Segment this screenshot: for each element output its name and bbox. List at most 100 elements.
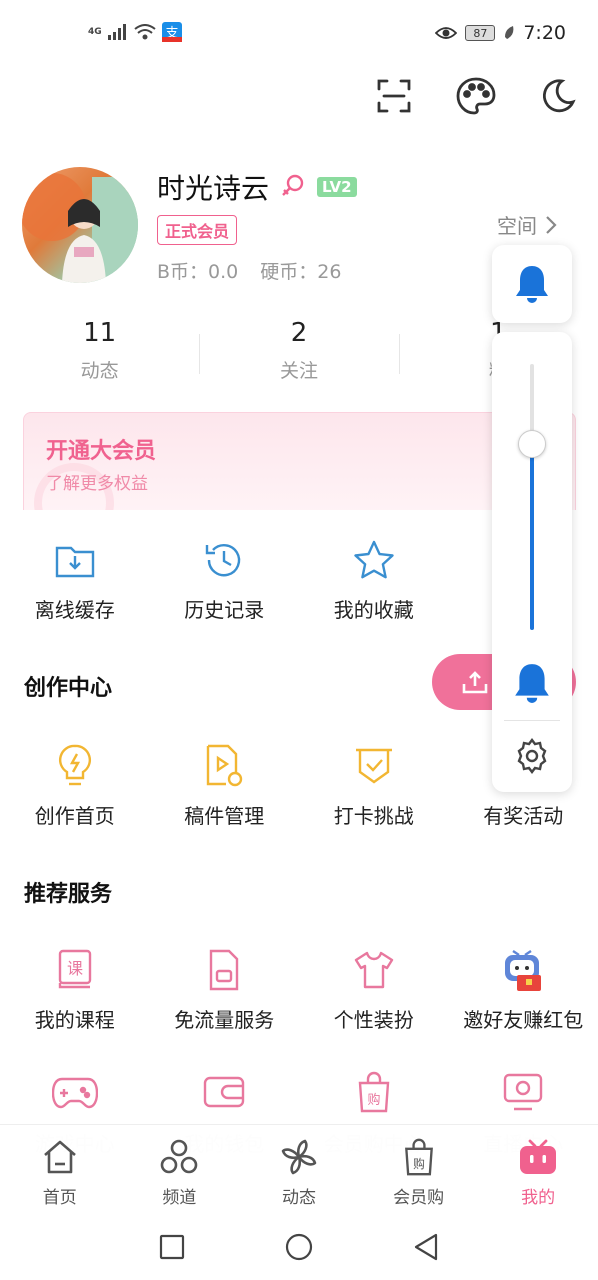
status-left: 4G 支 <box>88 22 182 42</box>
tab-home[interactable]: 首页 <box>0 1125 120 1214</box>
bcoin-balance: B币：0.0 <box>157 261 239 283</box>
services-grid: 课 我的课程 免流量服务 个性装扮 邀好友赚红包 <box>0 948 598 1033</box>
top-toolbar <box>372 74 580 118</box>
live-center-entry[interactable] <box>449 1070 598 1114</box>
tab-label: 动态 <box>281 1188 316 1208</box>
stat-value: 2 <box>290 318 308 348</box>
chevron-right-icon <box>546 215 557 234</box>
entry-label: 打卡挑战 <box>333 804 414 828</box>
space-link-label: 空间 <box>497 214 537 238</box>
recent-apps-icon[interactable] <box>159 1234 185 1260</box>
channel-icon <box>161 1139 198 1174</box>
moon-icon <box>542 79 576 113</box>
entry-label: 创作首页 <box>34 804 115 828</box>
volume-slider-thumb[interactable] <box>518 429 546 458</box>
bulb-icon <box>58 744 91 786</box>
theme-button[interactable] <box>454 74 498 118</box>
network-type: 4G <box>88 26 102 37</box>
volume-mute-button[interactable] <box>512 662 552 708</box>
space-link[interactable]: 空间 <box>497 210 557 239</box>
my-course-entry[interactable]: 课 我的课程 <box>0 948 150 1033</box>
scan-button[interactable] <box>372 74 416 118</box>
avatar[interactable] <box>22 167 138 283</box>
avatar-illustration <box>22 173 138 283</box>
upload-icon <box>462 671 488 694</box>
night-mode-button[interactable] <box>536 74 580 118</box>
manuscript-entry[interactable]: 稿件管理 <box>150 744 300 829</box>
game-center-entry[interactable] <box>0 1070 150 1114</box>
wifi-icon <box>134 24 156 40</box>
clock: 7:20 <box>523 22 566 44</box>
invite-friends-entry[interactable]: 邀好友赚红包 <box>449 948 598 1033</box>
volume-slider[interactable] <box>530 364 534 630</box>
course-icon: 课 <box>58 949 91 989</box>
scan-icon <box>377 79 411 113</box>
battery-indicator: 87 <box>465 25 496 41</box>
free-data-entry[interactable]: 免流量服务 <box>150 948 300 1033</box>
leaf-icon <box>505 26 514 39</box>
download-folder-icon <box>55 546 94 578</box>
tab-channel[interactable]: 频道 <box>120 1125 240 1214</box>
shopping-bag-icon: 购 <box>404 1138 433 1176</box>
dress-up-entry[interactable]: 个性装扮 <box>299 948 449 1033</box>
checkin-icon <box>355 748 392 784</box>
tab-label: 首页 <box>42 1188 77 1208</box>
bell-icon <box>515 664 549 703</box>
vip-badge[interactable]: 正式会员 <box>157 215 238 245</box>
creator-home-entry[interactable]: 创作首页 <box>0 744 150 829</box>
entry-label: 离线缓存 <box>34 598 115 622</box>
divider <box>504 720 560 721</box>
vip-shop-entry[interactable]: 购 <box>299 1070 449 1114</box>
alipay-icon: 支 <box>161 22 182 42</box>
entry-label: 有奖活动 <box>483 804 564 828</box>
checkin-challenge-entry[interactable]: 打卡挑战 <box>299 744 449 829</box>
manuscript-icon <box>207 744 243 787</box>
history-icon <box>206 544 241 577</box>
gamepad-icon <box>51 1077 98 1109</box>
entry-label: 我的课程 <box>34 1008 115 1032</box>
bilibili-tv-icon <box>520 1139 557 1174</box>
entry-label: 个性装扮 <box>333 1008 414 1032</box>
pinwheel-icon <box>281 1139 317 1175</box>
eye-icon <box>435 27 458 39</box>
favorites-entry[interactable]: 我的收藏 <box>299 538 449 623</box>
coin-balance: 硬币：26 <box>260 261 342 283</box>
ringer-mode-button[interactable] <box>492 245 572 323</box>
status-bar: 4G 支 87 7:20 <box>0 0 598 70</box>
wallet-entry[interactable] <box>150 1070 300 1114</box>
history-entry[interactable]: 历史记录 <box>150 538 300 623</box>
username-row: 时光诗云 LV2 <box>157 167 357 207</box>
shopping-bag-icon: 购 <box>358 1071 390 1113</box>
tab-vip-shop[interactable]: 购 会员购 <box>359 1125 479 1214</box>
star-icon <box>354 540 394 579</box>
home-circle-icon[interactable] <box>284 1232 314 1262</box>
stat-dynamics[interactable]: 11 动态 <box>0 318 199 398</box>
entry-label: 我的收藏 <box>333 598 414 622</box>
bottom-tab-bar: 首页 频道 动态 购 会员购 我的 <box>0 1124 598 1214</box>
username: 时光诗云 <box>157 172 270 205</box>
sim-icon <box>210 949 239 991</box>
svg-text:购: 购 <box>413 1157 425 1171</box>
tab-label: 频道 <box>162 1188 197 1208</box>
sound-settings-button[interactable] <box>514 738 550 778</box>
entry-label: 稿件管理 <box>184 804 265 828</box>
wallet-icon <box>204 1076 245 1108</box>
tv-mascot-icon <box>505 950 542 991</box>
vip-banner-title: 开通大会员 <box>46 439 157 464</box>
volume-fill <box>530 443 534 630</box>
offline-cache-entry[interactable]: 离线缓存 <box>0 538 150 623</box>
level-badge: LV2 <box>317 177 357 197</box>
bell-icon <box>516 266 548 303</box>
tab-mine[interactable]: 我的 <box>478 1125 598 1214</box>
gender-female-icon <box>282 174 304 196</box>
home-icon <box>43 1140 76 1174</box>
tab-dynamics[interactable]: 动态 <box>239 1125 359 1214</box>
status-right: 87 7:20 <box>435 22 566 44</box>
svg-text:购: 购 <box>367 1092 380 1108</box>
creator-section-title: 创作中心 <box>24 676 113 701</box>
coin-row: B币：0.0 硬币：26 <box>157 257 341 284</box>
stat-following[interactable]: 2 关注 <box>199 318 398 398</box>
stat-label: 动态 <box>80 360 119 382</box>
gear-icon <box>517 738 547 774</box>
back-triangle-icon[interactable] <box>413 1233 439 1261</box>
